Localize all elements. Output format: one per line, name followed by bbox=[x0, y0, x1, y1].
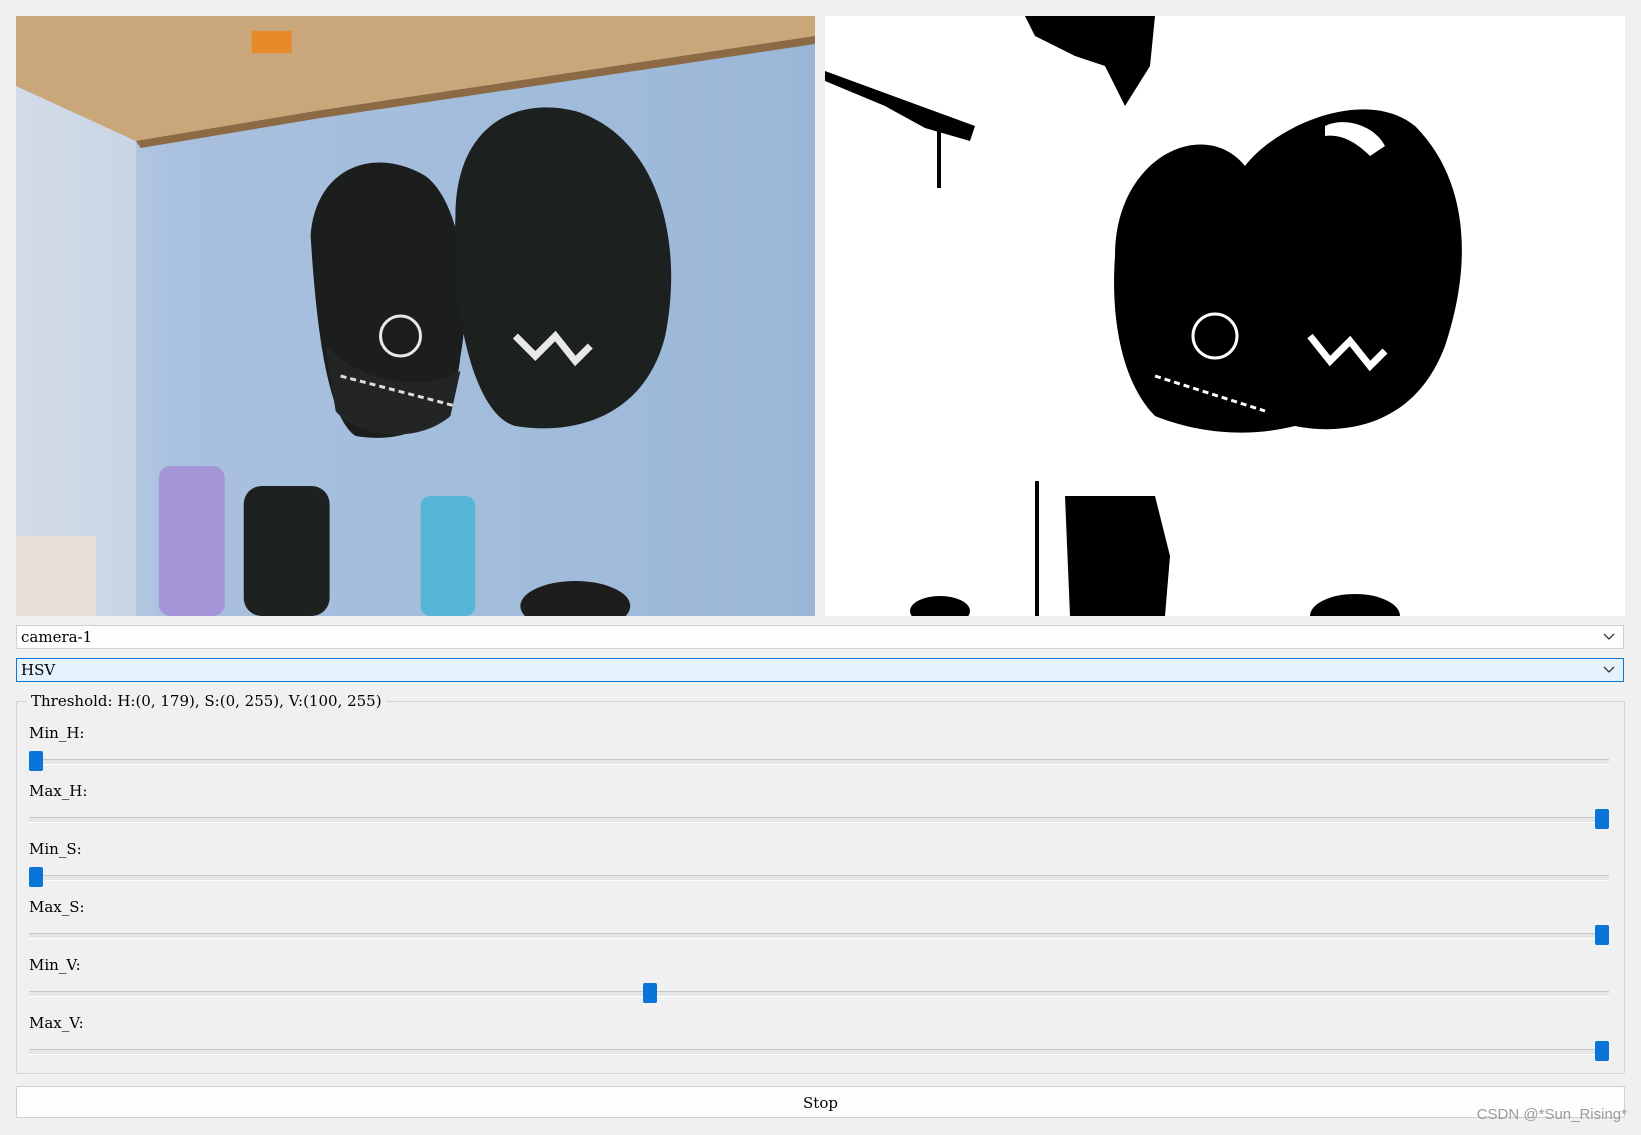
max-h-slider-handle[interactable] bbox=[1595, 809, 1609, 829]
max-v-slider[interactable] bbox=[29, 1041, 1609, 1061]
min-s-slider-handle[interactable] bbox=[29, 867, 43, 887]
camera-frame-image bbox=[16, 16, 815, 616]
threshold-preview bbox=[825, 16, 1625, 616]
chevron-down-icon bbox=[1603, 633, 1615, 640]
min-s-label: Min_S: bbox=[29, 840, 82, 858]
max-v-slider-handle[interactable] bbox=[1595, 1041, 1609, 1061]
max-h-label: Max_H: bbox=[29, 782, 88, 800]
max-s-slider[interactable] bbox=[29, 925, 1609, 945]
camera-preview bbox=[16, 16, 815, 616]
max-h-slider[interactable] bbox=[29, 809, 1609, 829]
camera-select[interactable]: camera-1 bbox=[16, 625, 1624, 649]
min-v-slider-handle[interactable] bbox=[643, 983, 658, 1003]
max-s-label: Max_S: bbox=[29, 898, 85, 916]
watermark: CSDN @*Sun_Rising* bbox=[1476, 1106, 1627, 1123]
chevron-down-icon bbox=[1603, 666, 1615, 673]
min-h-slider-handle[interactable] bbox=[29, 751, 43, 771]
stop-button[interactable]: Stop bbox=[16, 1086, 1625, 1118]
threshold-mask-image bbox=[825, 16, 1625, 616]
threshold-group: Threshold: H:(0, 179), S:(0, 255), V:(10… bbox=[16, 691, 1625, 1074]
threshold-title: Threshold: H:(0, 179), S:(0, 255), V:(10… bbox=[27, 691, 386, 711]
min-h-label: Min_H: bbox=[29, 724, 85, 742]
max-s-slider-handle[interactable] bbox=[1595, 925, 1609, 945]
max-v-label: Max_V: bbox=[29, 1014, 84, 1032]
color-mode-select-value: HSV bbox=[21, 661, 56, 679]
camera-select-value: camera-1 bbox=[21, 628, 93, 646]
min-v-label: Min_V: bbox=[29, 956, 81, 974]
color-mode-select[interactable]: HSV bbox=[16, 658, 1624, 682]
min-v-slider[interactable] bbox=[29, 983, 1609, 1003]
min-h-slider[interactable] bbox=[29, 751, 1609, 771]
min-s-slider[interactable] bbox=[29, 867, 1609, 887]
